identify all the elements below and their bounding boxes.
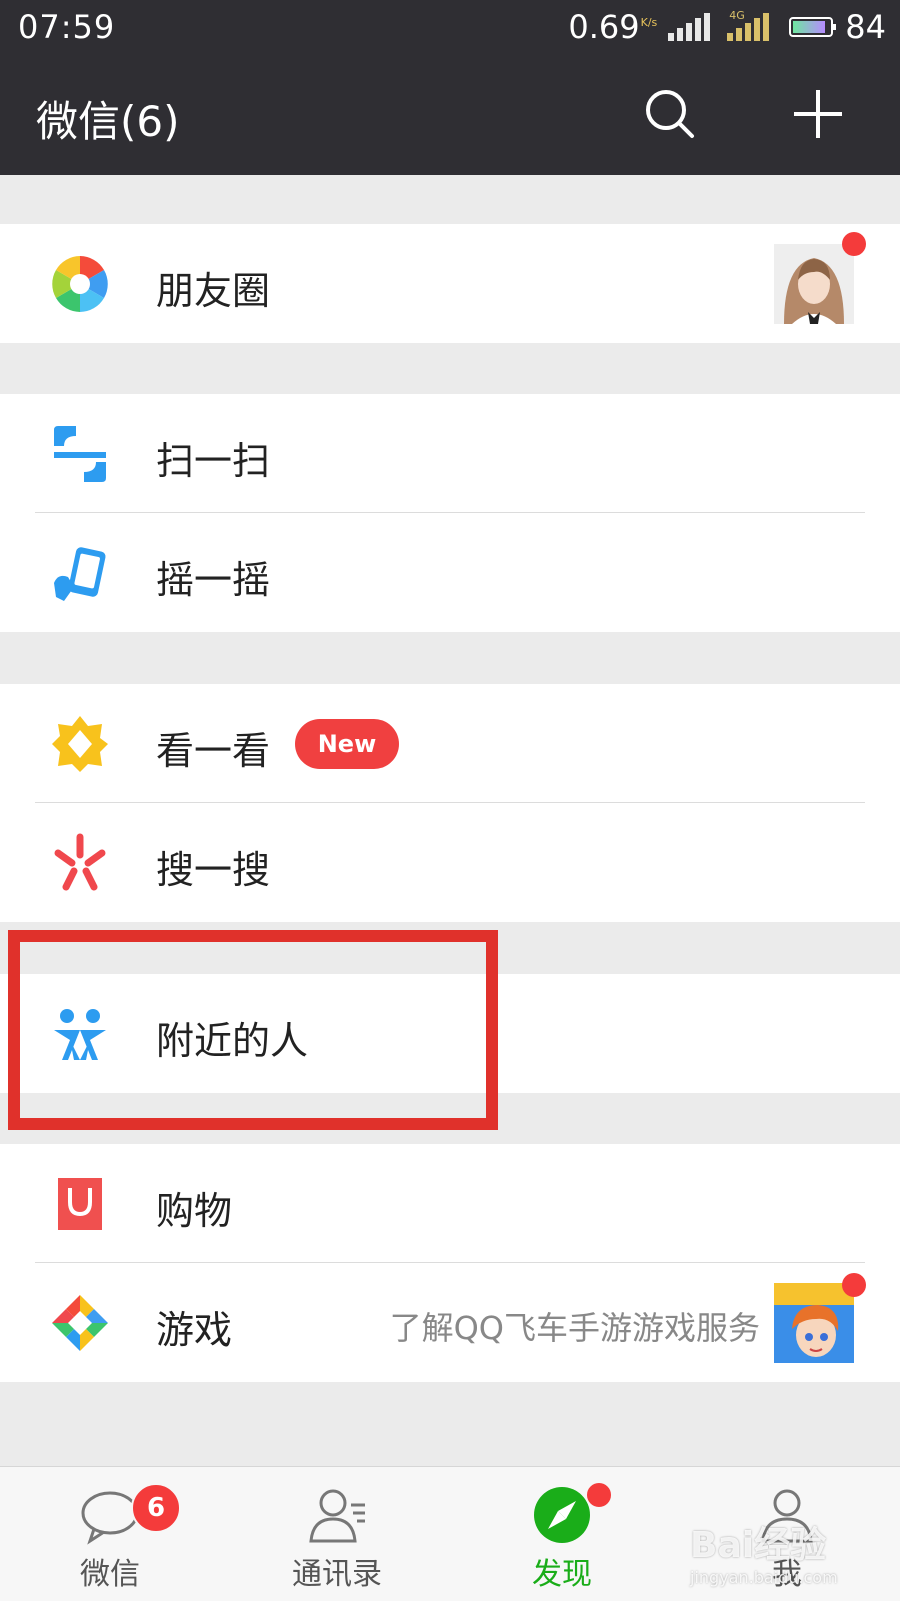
shopping-label: 购物 [156, 1189, 233, 1233]
menu-item-shopping[interactable]: 购物 [0, 1144, 900, 1263]
games-unread-dot [842, 1273, 866, 1297]
section-moments: 朋友圈 [0, 224, 900, 343]
search-icon[interactable] [640, 84, 700, 144]
signal-icon [665, 13, 711, 41]
new-badge: New [295, 719, 399, 769]
menu-item-moments[interactable]: 朋友圈 [0, 224, 900, 343]
tab-chats-label: 微信 [80, 1557, 140, 1592]
games-hint: 了解QQ飞车手游游戏服务 [389, 1309, 760, 1347]
menu-item-shake[interactable]: 摇一摇 [0, 513, 900, 632]
tab-discover-label: 发现 [532, 1557, 592, 1592]
top-stories-label: 看一看 [156, 729, 271, 773]
menu-item-search[interactable]: 搜一搜 [0, 803, 900, 922]
plus-icon[interactable] [790, 86, 846, 142]
moments-avatar-thumbnail [774, 244, 854, 324]
moments-aperture-icon [52, 256, 108, 312]
search-label: 搜一搜 [156, 848, 271, 892]
tab-chats[interactable]: 6 微信 [35, 1467, 185, 1601]
app-header: 微信(6) [0, 56, 900, 175]
search-sparkle-icon [54, 833, 106, 891]
section-shopping-games: 购物 游戏 了解QQ飞车手游游戏服务 [0, 1144, 900, 1382]
shopping-bag-icon [58, 1178, 102, 1230]
status-indicators: 0.69K/s 4G 84 [568, 8, 886, 46]
chats-unread-badge: 6 [131, 1483, 181, 1533]
games-thumbnail [774, 1283, 854, 1363]
discover-unread-dot [585, 1481, 613, 1509]
shake-label: 摇一摇 [156, 558, 271, 602]
menu-item-games[interactable]: 游戏 了解QQ飞车手游游戏服务 [0, 1263, 900, 1382]
status-bar: 07:59 0.69K/s 4G 84 [0, 0, 900, 56]
highlight-box [8, 930, 498, 1130]
games-label: 游戏 [156, 1308, 233, 1352]
menu-item-scan[interactable]: 扫一扫 [0, 394, 900, 513]
games-icon [52, 1295, 108, 1351]
tab-contacts-label: 通讯录 [292, 1557, 382, 1592]
menu-item-top-stories[interactable]: 看一看 New [0, 684, 900, 803]
shake-icon [54, 547, 106, 601]
compass-icon [534, 1487, 590, 1543]
section-scan-shake: 扫一扫 摇一摇 [0, 394, 900, 632]
status-time: 07:59 [18, 8, 116, 46]
moments-unread-dot [842, 232, 866, 256]
scan-icon [54, 426, 106, 482]
signal-4g-icon: 4G [724, 9, 770, 41]
section-stories-search: 看一看 New 搜一搜 [0, 684, 900, 922]
baidu-jingyan-watermark: Bai经验 jingyan.baidu.com [690, 1525, 838, 1587]
tab-discover[interactable]: 发现 [487, 1467, 637, 1601]
moments-label: 朋友圈 [156, 269, 271, 313]
battery-icon [789, 17, 837, 37]
scan-label: 扫一扫 [156, 439, 271, 483]
contacts-icon [309, 1489, 365, 1543]
page-title: 微信(6) [36, 97, 180, 146]
top-stories-icon [52, 716, 108, 772]
tab-contacts[interactable]: 通讯录 [262, 1467, 412, 1601]
battery-level: 84 [845, 8, 886, 46]
network-speed: 0.69K/s [568, 8, 658, 46]
